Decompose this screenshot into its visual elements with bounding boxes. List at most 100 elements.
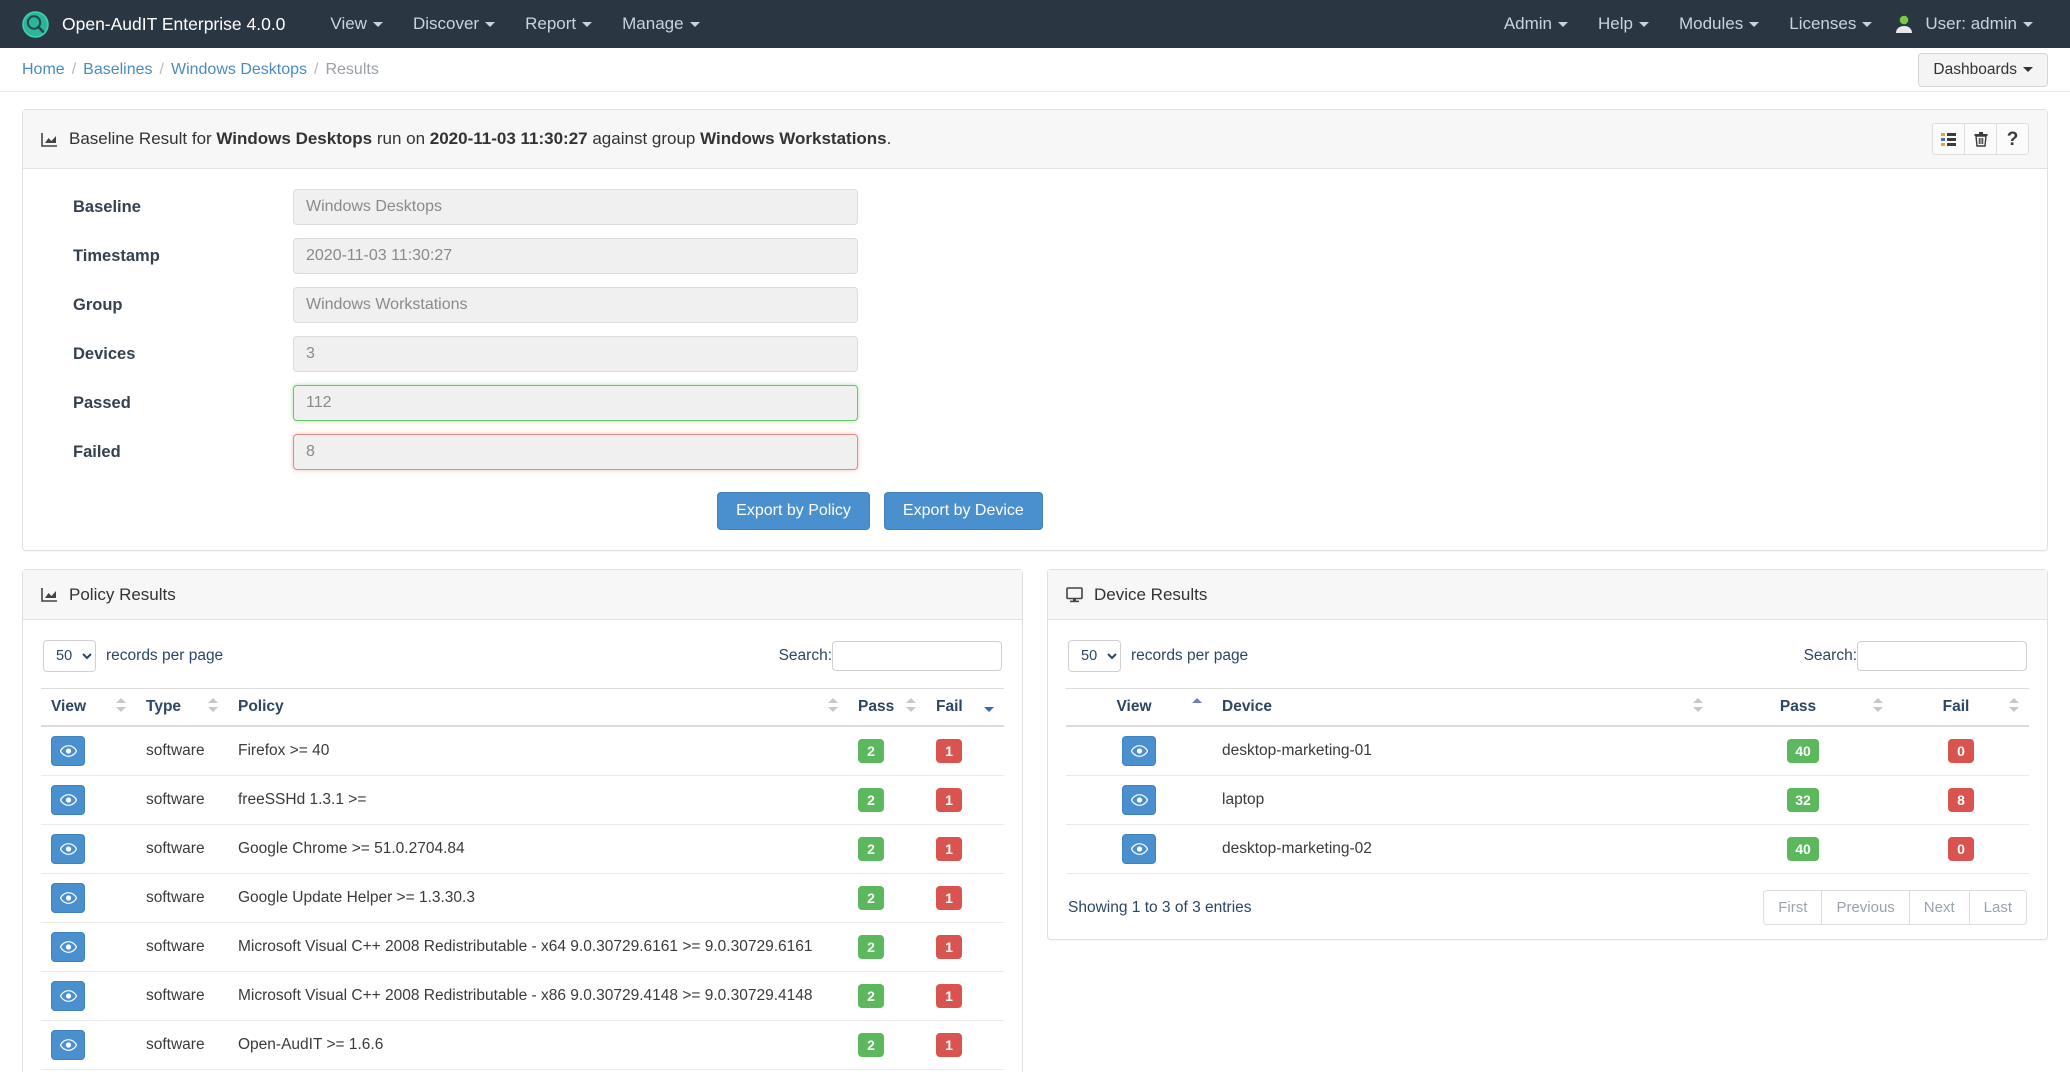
form-row-timestamp: Timestamp [41, 238, 2029, 274]
device-pass-cell: 40 [1713, 824, 1893, 874]
device-col-fail[interactable]: Fail [1893, 688, 2029, 727]
table-row[interactable]: software Open-AudIT >= 1.6.6 2 1 [41, 1020, 1004, 1070]
results-columns: Policy Results 50 records per page Searc… [22, 569, 2048, 1072]
pagination-last[interactable]: Last [1968, 890, 2027, 925]
policy-view-cell [41, 922, 136, 972]
passed-field[interactable] [293, 385, 858, 421]
breadcrumb-item-windows-desktops[interactable]: Windows Desktops [171, 61, 307, 79]
table-row[interactable]: software Microsoft Visual C++ 2008 Redis… [41, 922, 1004, 972]
eye-icon[interactable] [51, 785, 85, 815]
pagination-next[interactable]: Next [1908, 890, 1970, 925]
table-row[interactable]: software Firefox >= 40 2 1 [41, 726, 1004, 776]
policy-pass-cell: 2 [848, 971, 926, 1021]
eye-icon[interactable] [51, 932, 85, 962]
nav-item-manage[interactable]: Manage [607, 14, 714, 34]
list-icon[interactable] [1932, 123, 1965, 155]
group-field[interactable] [293, 287, 858, 323]
device-col-pass[interactable]: Pass [1713, 688, 1893, 727]
breadcrumb-item-home[interactable]: Home [22, 61, 65, 79]
pass-badge: 40 [1787, 837, 1819, 861]
brand-title[interactable]: Open-AudIT Enterprise 4.0.0 [62, 14, 285, 35]
dashboards-button[interactable]: Dashboards [1918, 52, 2048, 87]
failed-field[interactable] [293, 434, 858, 470]
policy-view-cell [41, 824, 136, 874]
table-row[interactable]: software freeSSHd 1.3.1 >= 2 1 [41, 775, 1004, 825]
policy-col-type[interactable]: Type [136, 688, 228, 727]
timestamp-field[interactable] [293, 238, 858, 274]
device-search-input[interactable] [1857, 641, 2027, 671]
nav-item-licenses[interactable]: Licenses [1774, 14, 1887, 34]
user-menu[interactable]: User: admin [1925, 14, 2048, 34]
trash-icon[interactable] [1964, 123, 1997, 155]
user-avatar-icon[interactable] [1893, 13, 1915, 35]
table-row[interactable]: laptop 32 8 [1066, 775, 2029, 825]
device-pagination: First Previous Next Last [1763, 890, 2027, 925]
eye-icon[interactable] [1122, 736, 1156, 766]
eye-icon[interactable] [51, 1030, 85, 1060]
policy-search-label: Search: [778, 647, 832, 664]
table-row[interactable]: software Microsoft Visual C++ 2008 Redis… [41, 971, 1004, 1021]
nav-item-view[interactable]: View [315, 14, 398, 34]
policy-view-cell [41, 775, 136, 825]
policy-name-cell: Open-AudIT >= 1.6.6 [228, 1020, 848, 1070]
policy-pass-cell: 2 [848, 726, 926, 776]
breadcrumb-item-baselines[interactable]: Baselines [83, 61, 152, 79]
table-row[interactable]: software Google Chrome >= 51.0.2704.84 2… [41, 824, 1004, 874]
fail-badge: 1 [936, 1033, 962, 1057]
eye-icon[interactable] [51, 834, 85, 864]
label-passed: Passed [73, 393, 131, 412]
device-fail-cell: 0 [1893, 824, 2029, 874]
policy-col-fail-label: Fail [936, 698, 963, 715]
policy-table-body: software Firefox >= 40 2 1 software free… [41, 726, 1004, 1072]
table-row[interactable]: desktop-marketing-02 40 0 [1066, 824, 2029, 874]
policy-fail-cell: 1 [926, 971, 1004, 1021]
baseline-field[interactable] [293, 189, 858, 225]
export-by-policy-button[interactable]: Export by Policy [717, 492, 870, 530]
policy-results-body: 50 records per page Search: View Type Po… [23, 620, 1022, 1072]
devices-field[interactable] [293, 336, 858, 372]
page-title: Baseline Result for Windows Desktops run… [69, 129, 891, 149]
policy-search-input[interactable] [832, 641, 1002, 671]
nav-item-discover[interactable]: Discover [398, 14, 510, 34]
eye-icon[interactable] [51, 981, 85, 1011]
policy-fail-cell: 1 [926, 775, 1004, 825]
policy-records-per-page-select[interactable]: 50 [43, 640, 96, 672]
chevron-down-icon [2023, 21, 2033, 27]
export-by-device-button[interactable]: Export by Device [883, 492, 1043, 530]
sort-icon-desc [984, 698, 994, 712]
nav-item-admin[interactable]: Admin [1489, 14, 1583, 34]
policy-col-fail[interactable]: Fail [926, 688, 1004, 727]
table-row[interactable]: desktop-marketing-01 40 0 [1066, 726, 2029, 776]
policy-col-policy[interactable]: Policy [228, 688, 848, 727]
policy-table-head: View Type Policy Pass Fail [41, 688, 1004, 727]
chevron-down-icon [2023, 67, 2033, 72]
device-col-view[interactable]: View [1066, 688, 1212, 727]
label-group: Group [73, 295, 123, 314]
help-icon[interactable]: ? [1996, 123, 2029, 155]
fail-badge: 1 [936, 935, 962, 959]
magnifier-logo-icon[interactable] [22, 10, 49, 38]
policy-name-cell: Google Update Helper >= 1.3.30.3 [228, 873, 848, 923]
device-col-view-label: View [1116, 698, 1152, 715]
eye-icon[interactable] [1122, 785, 1156, 815]
policy-col-view[interactable]: View [41, 688, 136, 727]
page-content: Baseline Result for Windows Desktops run… [0, 92, 2070, 1072]
pass-badge: 2 [858, 837, 884, 861]
eye-icon[interactable] [51, 736, 85, 766]
title-part-2: run on [372, 129, 430, 148]
pass-badge: 2 [858, 1033, 884, 1057]
nav-item-modules[interactable]: Modules [1664, 14, 1774, 34]
pagination-first[interactable]: First [1763, 890, 1823, 925]
nav-item-label: Licenses [1789, 14, 1857, 33]
device-records-per-page-select[interactable]: 50 [1068, 640, 1121, 672]
pagination-previous[interactable]: Previous [1821, 890, 1910, 925]
device-table-head: View Device Pass Fail [1066, 688, 2029, 727]
fail-badge: 0 [1948, 739, 1974, 763]
policy-col-pass[interactable]: Pass [848, 688, 926, 727]
nav-item-report[interactable]: Report [510, 14, 607, 34]
table-row[interactable]: software Google Update Helper >= 1.3.30.… [41, 873, 1004, 923]
eye-icon[interactable] [1122, 834, 1156, 864]
nav-item-help[interactable]: Help [1583, 14, 1664, 34]
device-col-device[interactable]: Device [1212, 688, 1713, 727]
eye-icon[interactable] [51, 883, 85, 913]
